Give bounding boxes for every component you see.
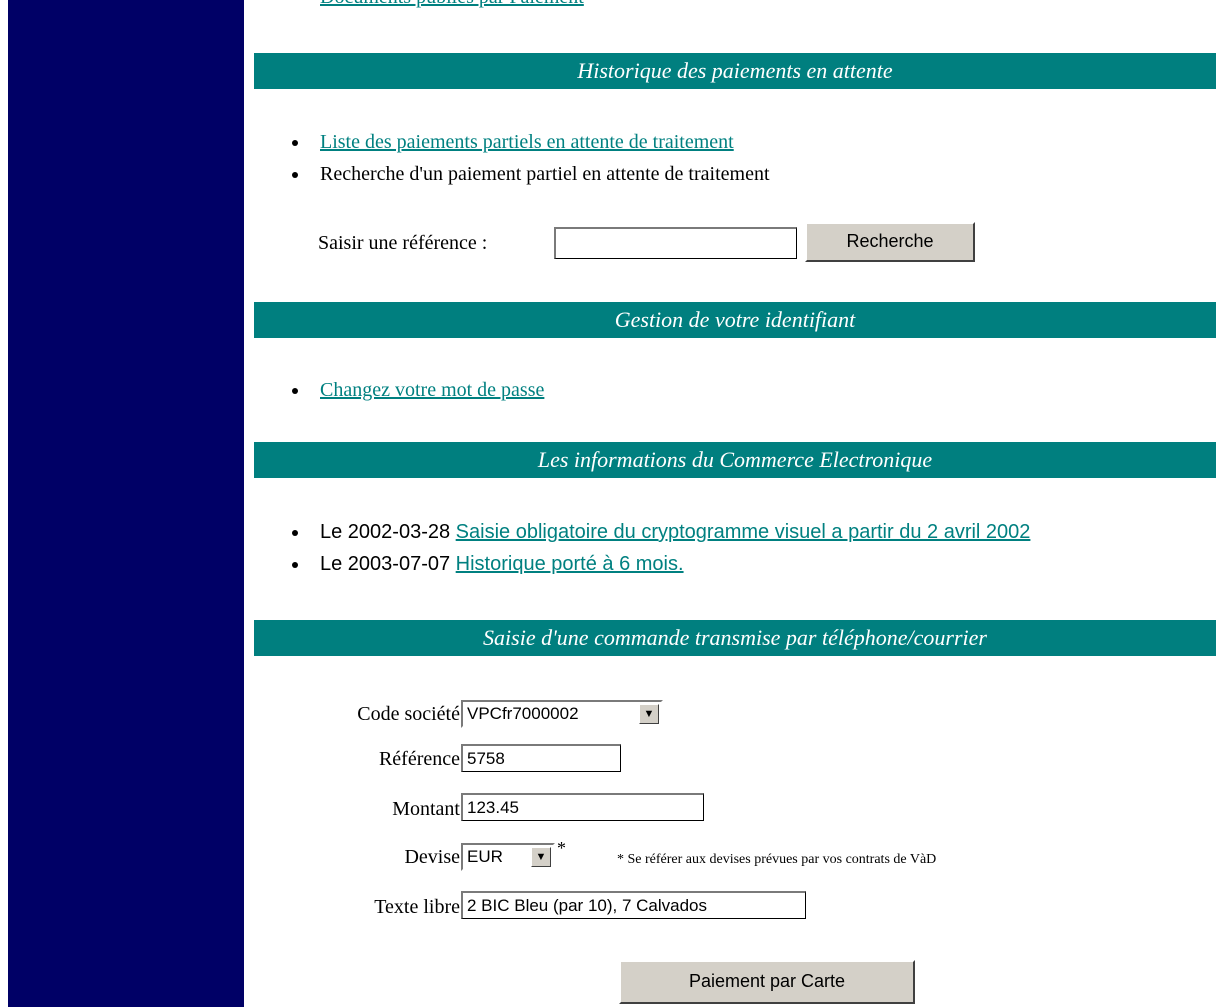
company-code-value: VPCfr7000002 xyxy=(467,704,579,723)
news-date: Le 2002-03-28 xyxy=(320,521,451,543)
list-item: Recherche d'un paiement partiel en atten… xyxy=(290,158,770,190)
news-list: Le 2002-03-28 Saisie obligatoire du cryp… xyxy=(290,516,1030,580)
news-date: Le 2003-07-07 xyxy=(320,553,451,575)
chevron-down-icon[interactable]: ▼ xyxy=(531,847,551,867)
change-password-link[interactable]: Changez votre mot de passe xyxy=(320,379,544,401)
currency-note: * Se référer aux devises prévues par vos… xyxy=(617,852,937,867)
company-code-select[interactable]: VPCfr7000002 ▼ xyxy=(461,700,663,728)
section-header-phone-order: Saisie d'une commande transmise par télé… xyxy=(254,620,1216,656)
list-item: Le 2002-03-28 Saisie obligatoire du cryp… xyxy=(290,516,1030,548)
section-header-identifier: Gestion de votre identifiant xyxy=(254,302,1216,338)
free-text-label: Texte libre xyxy=(374,896,460,918)
list-item: Liste des paiements partiels en attente … xyxy=(290,126,770,158)
news-link-history[interactable]: Historique porté à 6 mois. xyxy=(456,553,684,575)
pending-list-link[interactable]: Liste des paiements partiels en attente … xyxy=(320,131,734,153)
currency-select[interactable]: EUR ▼ xyxy=(461,843,555,871)
company-code-label: Code société xyxy=(357,703,460,725)
currency-required-star: * xyxy=(557,838,566,858)
reference-label: Référence xyxy=(378,748,460,770)
main-content: Documents publiés par Paiement Historiqu… xyxy=(254,0,1216,1007)
free-text-field[interactable]: 2 BIC Bleu (par 10), 7 Calvados xyxy=(461,891,806,919)
left-sidebar xyxy=(8,0,244,1007)
pending-history-list: Liste des paiements partiels en attente … xyxy=(290,126,770,190)
currency-value: EUR xyxy=(467,847,503,866)
section-header-pending-history: Historique des paiements en attente xyxy=(254,53,1216,89)
amount-label: Montant xyxy=(392,798,460,820)
chevron-down-icon[interactable]: ▼ xyxy=(639,704,659,724)
pending-search-text: Recherche d'un paiement partiel en atten… xyxy=(320,163,770,185)
amount-field[interactable]: 123.45 xyxy=(461,793,704,821)
currency-label: Devise xyxy=(404,846,460,868)
section-header-news: Les informations du Commerce Electroniqu… xyxy=(254,442,1216,478)
reference-search-label: Saisir une référence : xyxy=(318,232,488,254)
reference-field[interactable]: 5758 xyxy=(461,744,621,772)
top-cut-link[interactable]: Documents publiés par Paiement xyxy=(320,0,584,9)
search-button[interactable]: Recherche xyxy=(805,222,975,262)
card-payment-button[interactable]: Paiement par Carte xyxy=(619,960,915,1004)
identifier-list: Changez votre mot de passe xyxy=(290,374,544,406)
news-link-cryptogram[interactable]: Saisie obligatoire du cryptogramme visue… xyxy=(456,521,1031,543)
list-item: Le 2003-07-07 Historique porté à 6 mois. xyxy=(290,548,1030,580)
list-item: Changez votre mot de passe xyxy=(290,374,544,406)
reference-search-input[interactable] xyxy=(554,227,797,259)
